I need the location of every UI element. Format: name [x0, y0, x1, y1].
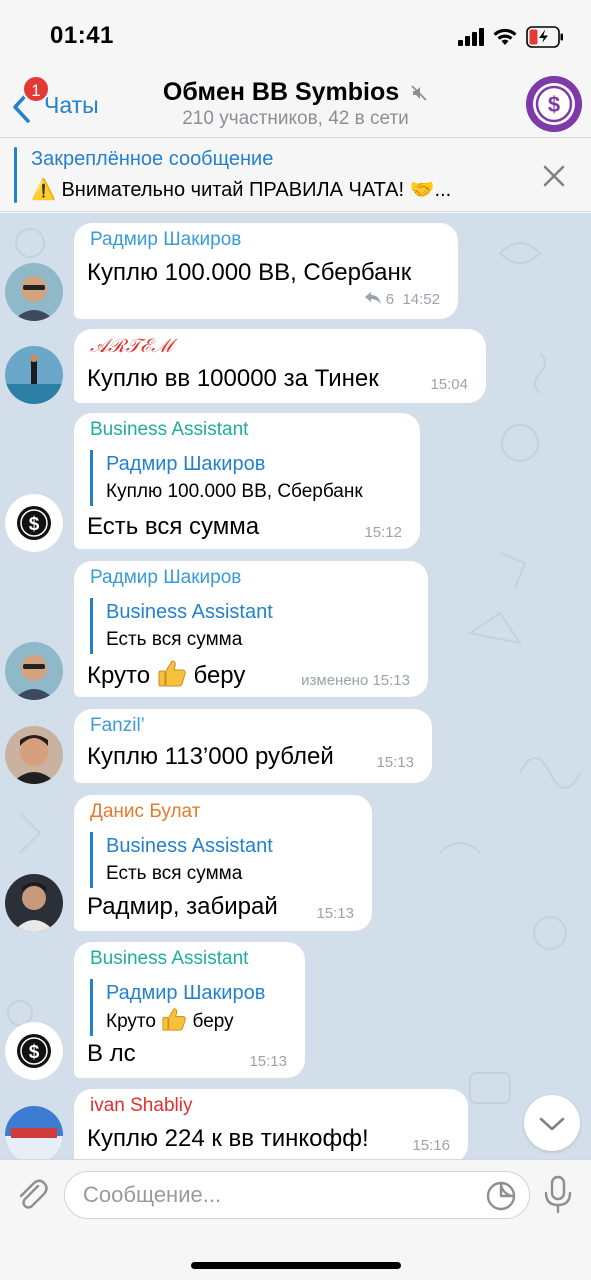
message-bubble[interactable]: Данис Булат Business Assistant Есть вся … — [74, 795, 372, 931]
pinned-message[interactable]: Закреплённое сообщение ⚠️ Внимательно чи… — [0, 138, 591, 212]
message-bubble[interactable]: Радмир Шакиров Business Assistant Есть в… — [74, 561, 428, 697]
reply-text: Круто беру — [106, 1007, 265, 1036]
avatar-photo — [5, 346, 63, 404]
home-indicator[interactable] — [191, 1262, 401, 1269]
status-time: 01:41 — [50, 22, 114, 49]
svg-text:$: $ — [29, 1042, 40, 1063]
message-text-part: Круто — [87, 662, 151, 689]
message-text: Куплю 224 к вв тинкофф! — [87, 1125, 369, 1152]
reply-text-part: беру — [192, 1011, 234, 1032]
thumbs-up-emoji-icon — [158, 660, 186, 687]
reply-quote[interactable]: Business Assistant Есть вся сумма — [90, 598, 273, 654]
sender-name[interactable]: Радмир Шакиров — [90, 229, 241, 251]
reply-text: Куплю 100.000 BB, Сбербанк — [106, 481, 363, 502]
reply-text: Есть вся сумма — [106, 629, 243, 650]
sender-name[interactable]: Fanzil’ — [90, 715, 145, 737]
dollar-logo-avatar: $ — [5, 494, 63, 552]
sender-name[interactable]: Business Assistant — [90, 948, 248, 970]
cellular-signal-icon — [458, 28, 484, 46]
message-time: 15:13 — [316, 905, 354, 922]
chevron-down-icon — [539, 1117, 565, 1131]
message-meta: 6 14:52 — [364, 291, 440, 308]
reply-quote[interactable]: Радмир Шакиров Круто беру — [90, 979, 265, 1036]
message-time: 14:52 — [402, 291, 440, 308]
scroll-to-bottom-button[interactable] — [524, 1095, 580, 1151]
message-time: 15:13 — [249, 1053, 287, 1070]
microphone-icon[interactable] — [540, 1174, 576, 1214]
chat-title[interactable]: Обмен BB Symbios — [0, 78, 591, 107]
reply-arrow-icon — [364, 292, 381, 304]
message-bubble[interactable]: 𝒜ℛ𝒯ℰℳ Куплю вв 100000 за Тинек 15:04 — [74, 329, 486, 403]
message-list[interactable]: Радмир Шакиров Куплю 100.000 BB, Сбербан… — [0, 213, 591, 1159]
reply-author: Business Assistant — [106, 601, 273, 623]
paperclip-icon[interactable] — [14, 1176, 50, 1212]
reply-text: Есть вся сумма — [106, 863, 243, 884]
dollar-logo-avatar: $ — [5, 1022, 63, 1080]
sender-avatar[interactable] — [5, 346, 63, 404]
message-field[interactable] — [64, 1171, 530, 1219]
sender-avatar[interactable] — [5, 726, 63, 784]
reply-quote[interactable]: Business Assistant Есть вся сумма — [90, 832, 273, 888]
chat-title-text: Обмен BB Symbios — [162, 78, 400, 106]
sender-avatar[interactable] — [5, 642, 63, 700]
message-bubble[interactable]: Business Assistant Радмир Шакиров Круто … — [74, 942, 305, 1078]
message-text: Круто беру — [87, 659, 245, 690]
group-avatar[interactable]: $ — [526, 76, 582, 132]
sender-name[interactable]: Business Assistant — [90, 419, 248, 441]
sender-name[interactable]: Радмир Шакиров — [90, 567, 241, 589]
sender-avatar[interactable] — [5, 1106, 63, 1159]
message-time: 15:16 — [412, 1137, 450, 1154]
message-text: В лс — [87, 1040, 136, 1067]
message-text-part: беру — [193, 662, 246, 689]
svg-text:$: $ — [29, 514, 40, 535]
svg-text:$: $ — [548, 92, 560, 117]
message-bubble[interactable]: Fanzil’ Куплю 113’000 рублей 15:13 — [74, 709, 432, 783]
reply-author: Радмир Шакиров — [106, 453, 266, 475]
message-bubble[interactable]: Business Assistant Радмир Шакиров Куплю … — [74, 413, 420, 549]
chat-subtitle: 210 участников, 42 в сети — [182, 108, 409, 129]
muted-speaker-icon — [411, 85, 427, 102]
avatar-photo — [5, 874, 63, 932]
sender-name[interactable]: Данис Булат — [90, 801, 200, 823]
avatar-photo — [5, 1106, 63, 1159]
reply-quote[interactable]: Радмир Шакиров Куплю 100.000 BB, Сбербан… — [90, 450, 363, 506]
wifi-icon — [493, 28, 517, 45]
thumbs-up-emoji-icon — [162, 1008, 187, 1031]
close-icon[interactable] — [540, 162, 568, 190]
avatar-photo — [5, 726, 63, 784]
reply-count: 6 — [385, 291, 395, 308]
battery-charging-icon — [526, 26, 563, 48]
message-text: Куплю вв 100000 за Тинек — [87, 365, 379, 392]
sender-avatar[interactable] — [5, 874, 63, 932]
avatar-photo — [5, 263, 63, 321]
chat-header: Чаты 1 Обмен BB Symbios 210 участников, … — [0, 70, 591, 138]
message-text: Есть вся сумма — [87, 513, 260, 540]
message-time: 15:12 — [364, 524, 402, 541]
pinned-text: ⚠️ Внимательно читай ПРАВИЛА ЧАТА! 🤝... — [31, 179, 452, 201]
sender-name[interactable]: 𝒜ℛ𝒯ℰℳ — [90, 335, 172, 357]
reply-author: Радмир Шакиров — [106, 982, 266, 1004]
reply-text-part: Круто — [106, 1011, 156, 1032]
message-text: Куплю 100.000 BB, Сбербанк — [87, 259, 412, 286]
sender-avatar[interactable]: $ — [5, 1022, 63, 1080]
pinned-accent-bar — [14, 147, 17, 203]
message-bubble[interactable]: Радмир Шакиров Куплю 100.000 BB, Сбербан… — [74, 223, 458, 319]
message-time: 15:13 — [376, 754, 414, 771]
status-bar: 01:41 — [0, 0, 591, 70]
message-text: Куплю 113’000 рублей — [87, 743, 334, 770]
message-text: Радмир, забирай — [87, 893, 278, 920]
message-edited-time: изменено 15:13 — [301, 672, 410, 689]
reply-author: Business Assistant — [106, 835, 273, 857]
sender-name[interactable]: ivan Shabliy — [90, 1095, 192, 1117]
sender-avatar[interactable]: $ — [5, 494, 63, 552]
pinned-title: Закреплённое сообщение — [31, 148, 274, 170]
message-bubble[interactable]: ivan Shabliy Куплю 224 к вв тинкофф! 15:… — [74, 1089, 468, 1159]
message-time: 15:04 — [430, 376, 468, 393]
avatar-photo — [5, 642, 63, 700]
sender-avatar[interactable] — [5, 263, 63, 321]
message-input[interactable] — [83, 1172, 473, 1218]
sticker-icon[interactable] — [485, 1180, 517, 1212]
